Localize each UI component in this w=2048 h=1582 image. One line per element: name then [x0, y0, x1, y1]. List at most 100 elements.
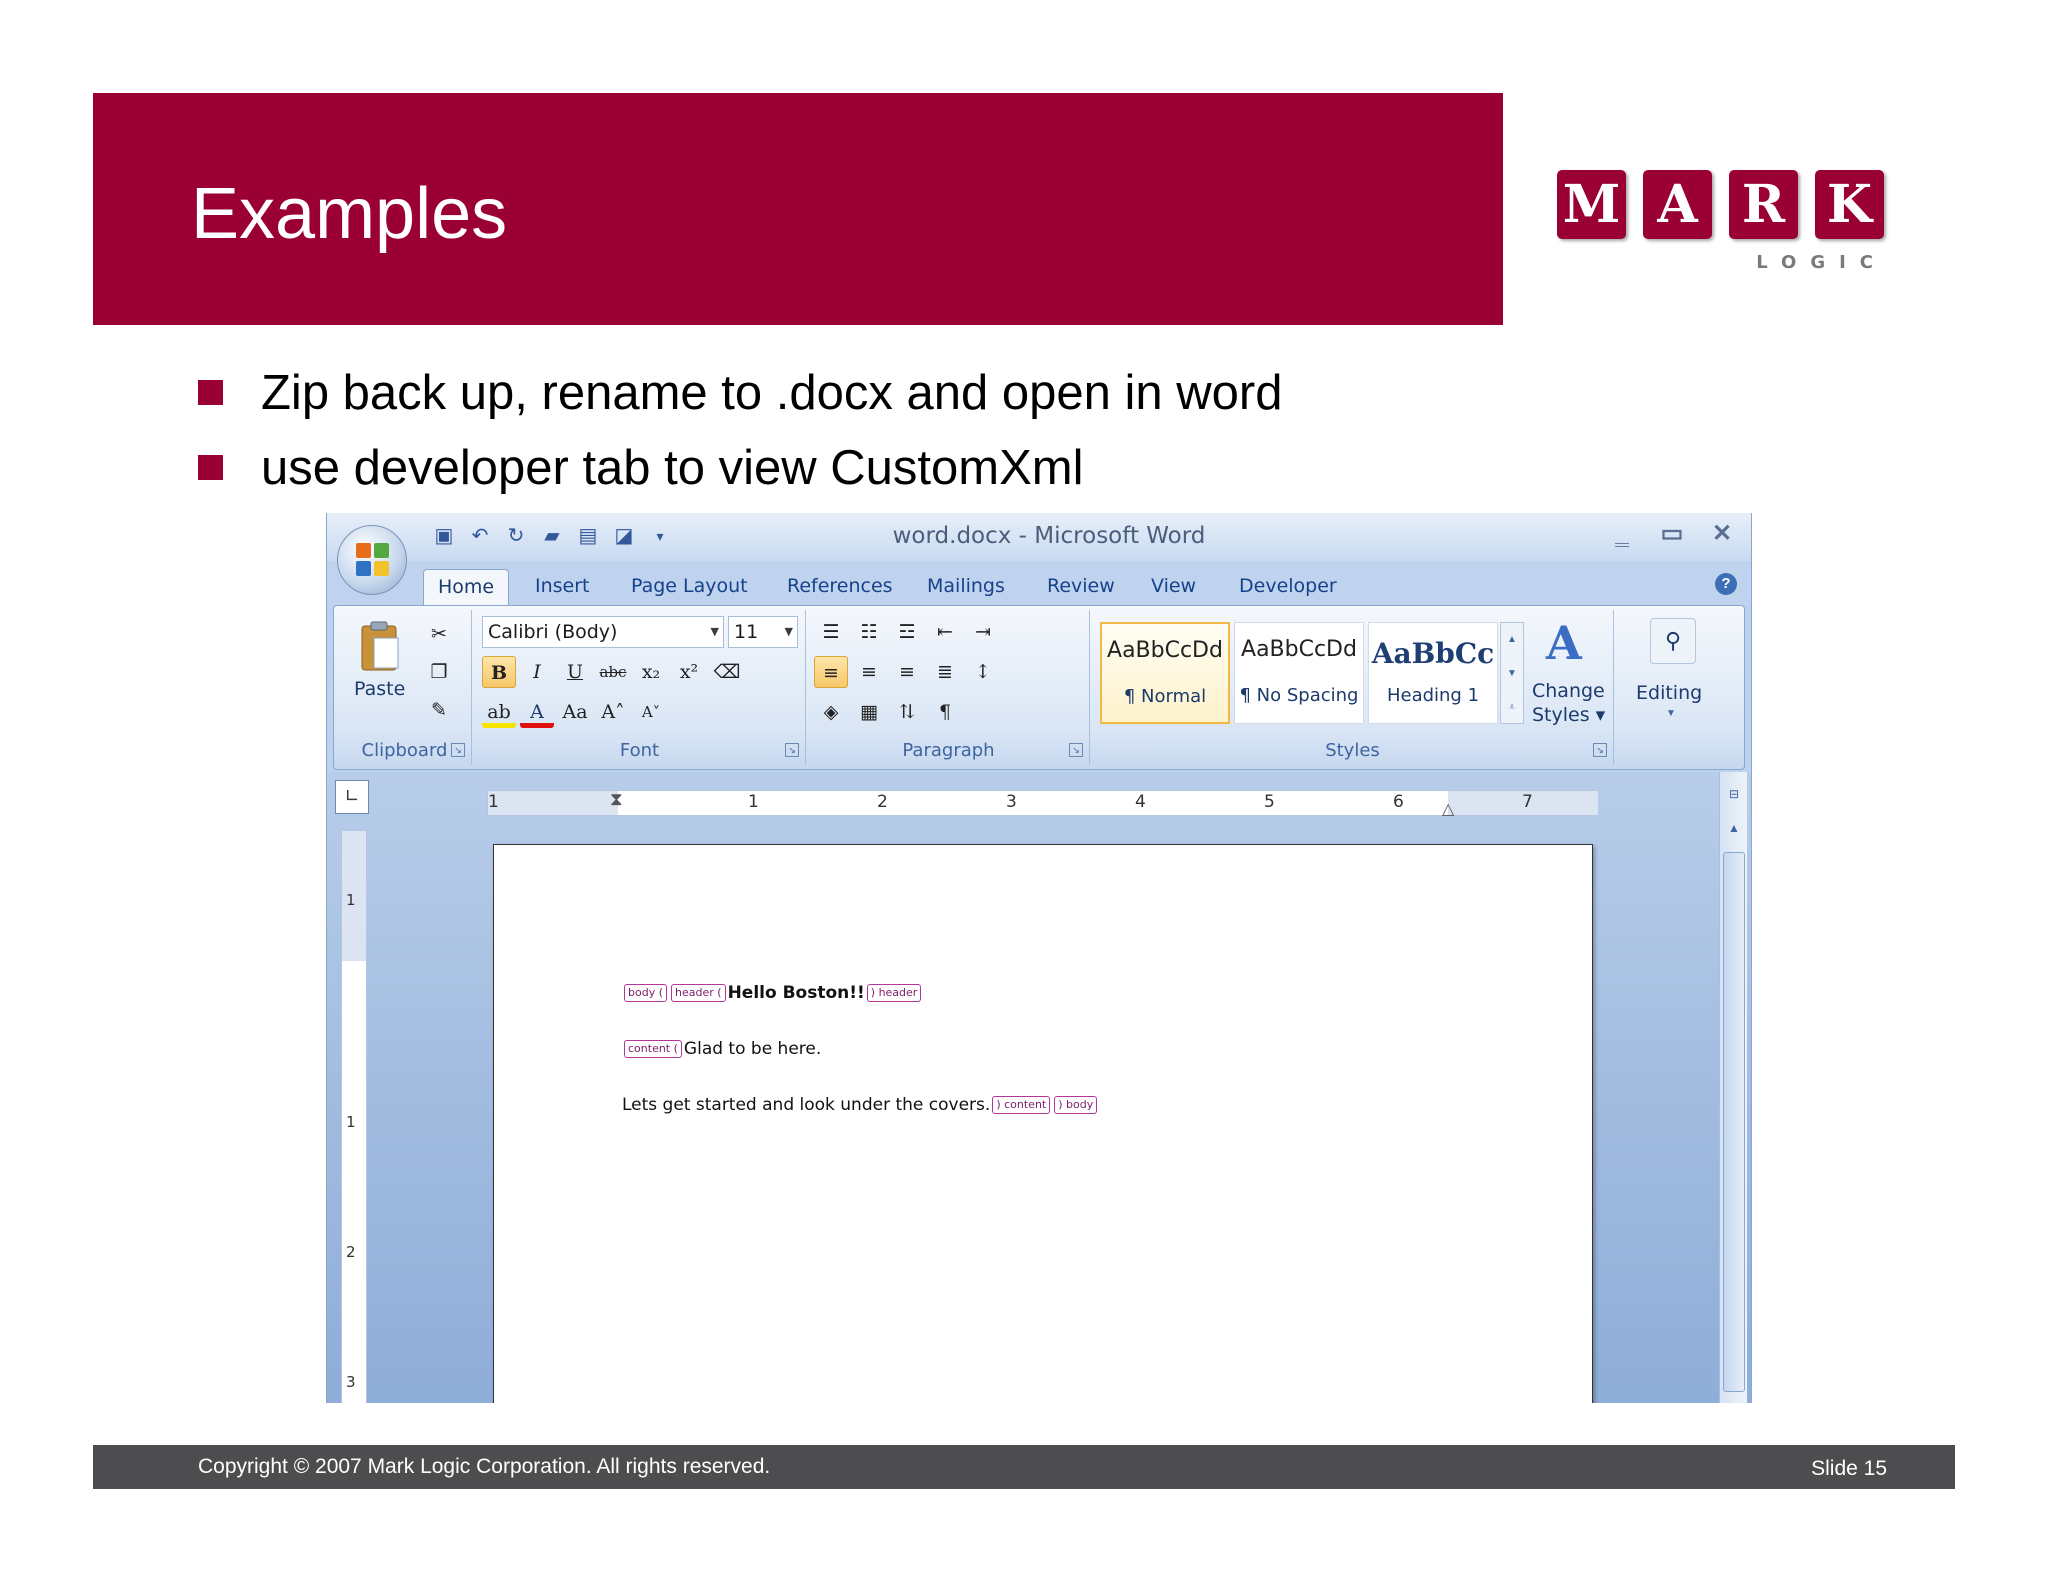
close-icon[interactable]: ✕	[1707, 519, 1737, 549]
shrink-font-icon[interactable]: A˅	[634, 696, 668, 728]
binoculars-icon: ⚲	[1650, 618, 1696, 664]
tab-home[interactable]: Home	[423, 569, 510, 605]
help-icon[interactable]: ?	[1715, 573, 1737, 595]
bold-icon[interactable]: B	[482, 656, 516, 688]
style-heading-1[interactable]: AaBbCc Heading 1	[1368, 622, 1498, 724]
ruler-mark: 5	[1264, 792, 1275, 812]
xml-tag-body-open[interactable]: body (	[624, 984, 668, 1002]
ruler-mark: 7	[1522, 792, 1533, 812]
underline-icon[interactable]: U	[558, 656, 592, 688]
style-normal[interactable]: AaBbCcDd ¶ Normal	[1100, 622, 1230, 724]
font-color-icon[interactable]: A	[520, 696, 554, 728]
tab-references[interactable]: References	[773, 569, 907, 605]
dialog-launcher-icon[interactable]: ↘	[1069, 743, 1083, 757]
document-page[interactable]: body ( header ( Hello Boston!! ) header …	[493, 844, 1593, 1403]
indent-marker-icon[interactable]: ⧗	[610, 789, 623, 810]
tab-mailings[interactable]: Mailings	[913, 569, 1019, 605]
scroll-thumb[interactable]	[1723, 852, 1745, 1392]
styles-scroll[interactable]: ▲ ▼ ⩡	[1500, 622, 1524, 724]
superscript-icon[interactable]: x²	[672, 656, 706, 688]
copy-icon[interactable]: ❐	[422, 656, 456, 688]
change-case-icon[interactable]: Aa	[558, 696, 592, 728]
bullets-icon[interactable]: ☰	[814, 616, 848, 648]
style-no-spacing[interactable]: AaBbCcDd ¶ No Spacing	[1234, 622, 1364, 724]
style-sample: AaBbCcDd	[1107, 638, 1223, 663]
office-button[interactable]	[337, 525, 407, 595]
tab-developer[interactable]: Developer	[1225, 569, 1351, 605]
chevron-down-icon[interactable]: ▼	[1501, 657, 1523, 691]
slide-title-bar: Examples	[93, 93, 1503, 325]
multilevel-list-icon[interactable]: ☲	[890, 616, 924, 648]
align-right-icon[interactable]: ≡	[890, 656, 924, 688]
styles-group: AaBbCcDd ¶ Normal AaBbCcDd ¶ No Spacing …	[1092, 610, 1614, 765]
paragraph-group: ☰ ☷ ☲ ⇤ ⇥ ≡ ≡ ≡ ≣ ↕ ◈ ▦ ⇅ ¶ Paragraph ↘	[808, 610, 1090, 765]
slide-footer: Copyright © 2007 Mark Logic Corporation.…	[93, 1445, 1955, 1489]
grow-font-icon[interactable]: A˄	[596, 696, 630, 728]
bullet-square-icon	[198, 455, 223, 480]
doc-line: body ( header ( Hello Boston!! ) header	[622, 983, 923, 1003]
shading-icon[interactable]: ◈	[814, 696, 848, 728]
tab-insert[interactable]: Insert	[521, 569, 604, 605]
font-name-value: Calibri (Body)	[488, 621, 618, 643]
sort-icon[interactable]: ⇅	[890, 696, 924, 728]
chevron-up-icon[interactable]: ▲	[1501, 623, 1523, 657]
strikethrough-icon[interactable]: abc	[596, 656, 630, 688]
justify-icon[interactable]: ≣	[928, 656, 962, 688]
xml-tag-header-open[interactable]: header (	[671, 984, 726, 1002]
change-styles-button[interactable]: A Change Styles ▾	[1530, 616, 1610, 736]
highlight-icon[interactable]: ab	[482, 696, 516, 728]
dialog-launcher-icon[interactable]: ↘	[451, 743, 465, 757]
horizontal-ruler[interactable]: 1 1 2 3 4 5 6 7 ⧗ △	[487, 789, 1598, 819]
more-styles-icon[interactable]: ⩡	[1501, 691, 1523, 725]
decrease-indent-icon[interactable]: ⇤	[928, 616, 962, 648]
font-format-row: B I U abc x₂ x² ⌫	[482, 656, 744, 688]
vertical-scrollbar[interactable]: ⊟ ▲	[1719, 772, 1747, 1403]
font-size-select[interactable]: 11 ▼	[728, 616, 798, 648]
xml-tag-body-close[interactable]: ) body	[1054, 1096, 1098, 1114]
minimize-icon[interactable]: ‗	[1607, 519, 1637, 549]
bullet-square-icon	[198, 380, 223, 405]
scroll-up-icon[interactable]: ▲	[1722, 816, 1746, 840]
dialog-launcher-icon[interactable]: ↘	[785, 743, 799, 757]
numbering-icon[interactable]: ☷	[852, 616, 886, 648]
align-center-icon[interactable]: ≡	[852, 656, 886, 688]
office-logo-icon	[356, 543, 390, 577]
view-ruler-icon[interactable]: ⊟	[1722, 782, 1746, 806]
subscript-icon[interactable]: x₂	[634, 656, 668, 688]
clear-formatting-icon[interactable]: ⌫	[710, 656, 744, 688]
maximize-icon[interactable]: ▭	[1657, 519, 1687, 549]
vruler-mark: 3	[346, 1373, 356, 1391]
borders-icon[interactable]: ▦	[852, 696, 886, 728]
paste-label[interactable]: Paste	[354, 678, 405, 700]
line-spacing-icon[interactable]: ↕	[966, 656, 1000, 688]
xml-tag-content-close[interactable]: ) content	[992, 1096, 1051, 1114]
bullet-text: Zip back up, rename to .docx and open in…	[261, 365, 1283, 420]
paste-icon[interactable]	[358, 620, 402, 674]
italic-icon[interactable]: I	[520, 656, 554, 688]
list-row: ☰ ☷ ☲ ⇤ ⇥	[814, 616, 1000, 648]
change-styles-label-line1: Change	[1532, 680, 1605, 702]
doc-line: content ( Glad to be here.	[622, 1039, 821, 1059]
bullet-list: Zip back up, rename to .docx and open in…	[198, 355, 1282, 505]
tab-view[interactable]: View	[1137, 569, 1210, 605]
tab-selector-icon[interactable]: ∟	[335, 780, 369, 814]
align-left-icon[interactable]: ≡	[814, 656, 848, 688]
tab-page-layout[interactable]: Page Layout	[617, 569, 762, 605]
window-title: word.docx - Microsoft Word	[892, 523, 1206, 549]
cut-icon[interactable]: ✂	[422, 618, 456, 650]
xml-tag-header-close[interactable]: ) header	[866, 984, 922, 1002]
vertical-ruler[interactable]: 1 1 2 3	[341, 830, 367, 1403]
font-label: Font	[619, 740, 660, 761]
tab-review[interactable]: Review	[1033, 569, 1129, 605]
xml-tag-content-open[interactable]: content (	[624, 1040, 682, 1058]
font-name-select[interactable]: Calibri (Body) ▼	[482, 616, 724, 648]
increase-indent-icon[interactable]: ⇥	[966, 616, 1000, 648]
format-painter-icon[interactable]: ✎	[422, 694, 456, 726]
doc-text: Hello Boston!!	[727, 983, 865, 1003]
dialog-launcher-icon[interactable]: ↘	[1593, 743, 1607, 757]
chevron-down-icon: ▼	[1666, 708, 1676, 719]
editing-button[interactable]: ⚲ Editing ▼	[1632, 614, 1714, 734]
right-indent-marker-icon[interactable]: △	[1442, 799, 1454, 819]
window-controls: ‗ ▭ ✕	[1607, 519, 1737, 549]
show-formatting-icon[interactable]: ¶	[928, 696, 962, 728]
